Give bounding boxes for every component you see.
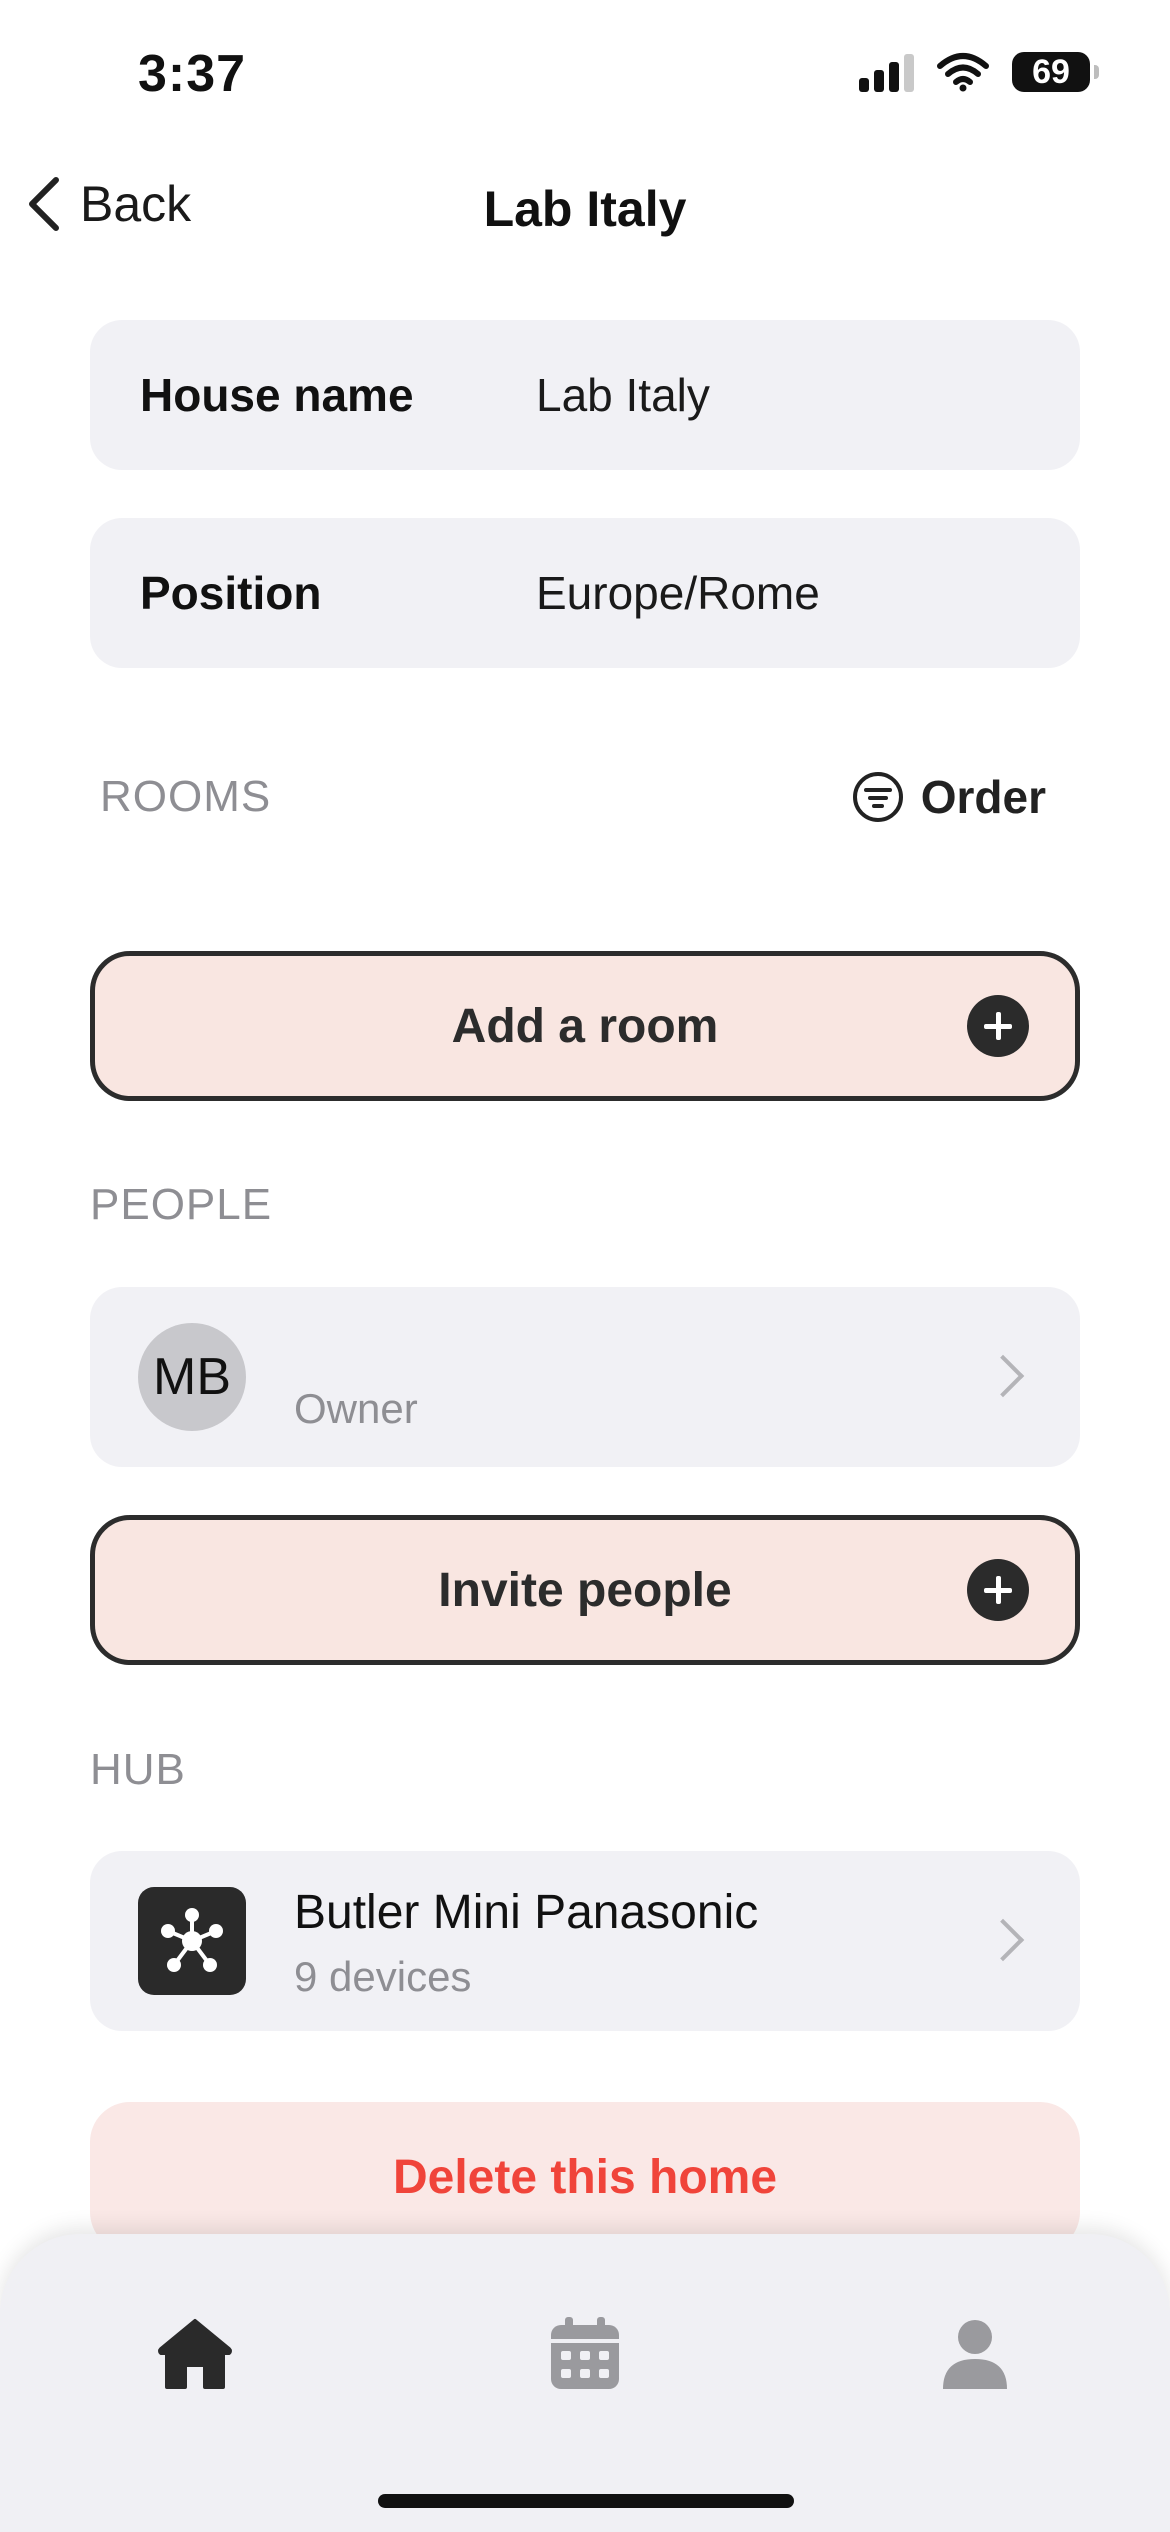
add-room-label: Add a room xyxy=(451,999,719,1053)
tab-home[interactable] xyxy=(135,2294,255,2414)
house-name-label: House name xyxy=(140,369,414,421)
position-field[interactable]: Position Europe/Rome xyxy=(90,518,1080,668)
hub-icon xyxy=(138,1887,246,1995)
tab-profile[interactable] xyxy=(915,2294,1035,2414)
invite-people-label: Invite people xyxy=(438,1563,732,1617)
home-icon xyxy=(158,2319,232,2389)
invite-people-button[interactable]: Invite people xyxy=(90,1515,1080,1665)
page-title: Lab Italy xyxy=(483,181,687,237)
profile-icon xyxy=(943,2320,1007,2389)
add-room-button[interactable]: Add a room xyxy=(90,951,1080,1101)
position-label: Position xyxy=(140,567,322,619)
cellular-signal-icon xyxy=(859,52,914,92)
hub-section-title: HUB xyxy=(90,1745,186,1794)
member-role: Owner xyxy=(294,1385,418,1432)
battery-level: 69 xyxy=(1032,52,1070,91)
screen: 3:37 69 Back Lab Italy House name Lab It… xyxy=(0,0,1170,2532)
nav-bar: Back Lab Italy xyxy=(0,160,1170,250)
position-value: Europe/Rome xyxy=(536,567,820,619)
order-label: Order xyxy=(920,771,1046,823)
plus-circle-icon xyxy=(967,1559,1029,1621)
delete-home-label: Delete this home xyxy=(392,2150,778,2204)
status-bar: 3:37 69 xyxy=(0,0,1170,150)
home-indicator xyxy=(378,2494,794,2508)
hub-device-count: 9 devices xyxy=(294,1953,472,2000)
plus-circle-icon xyxy=(967,995,1029,1057)
order-button[interactable]: Order xyxy=(851,770,1046,824)
status-time: 3:37 xyxy=(138,45,247,103)
battery-icon: 69 xyxy=(1012,52,1099,92)
hub-name: Butler Mini Panasonic xyxy=(294,1886,759,1939)
house-name-field[interactable]: House name Lab Italy xyxy=(90,320,1080,470)
house-name-value: Lab Italy xyxy=(536,369,710,421)
rooms-section-title: ROOMS xyxy=(100,772,272,821)
tab-bar xyxy=(0,2234,1170,2532)
people-section-title: PEOPLE xyxy=(90,1180,273,1229)
chevron-right-icon xyxy=(981,1354,1025,1398)
tab-calendar[interactable] xyxy=(525,2294,645,2414)
wifi-icon xyxy=(937,53,989,92)
avatar: MB xyxy=(138,1323,246,1431)
calendar-icon xyxy=(551,2317,619,2389)
chevron-right-icon xyxy=(981,1918,1025,1962)
filter-icon xyxy=(852,772,903,822)
member-row[interactable]: MB Owner xyxy=(90,1287,1080,1467)
hub-row[interactable]: Butler Mini Panasonic 9 devices xyxy=(90,1851,1080,2031)
status-icons: 69 xyxy=(859,52,1099,92)
delete-home-button[interactable]: Delete this home xyxy=(90,2102,1080,2252)
